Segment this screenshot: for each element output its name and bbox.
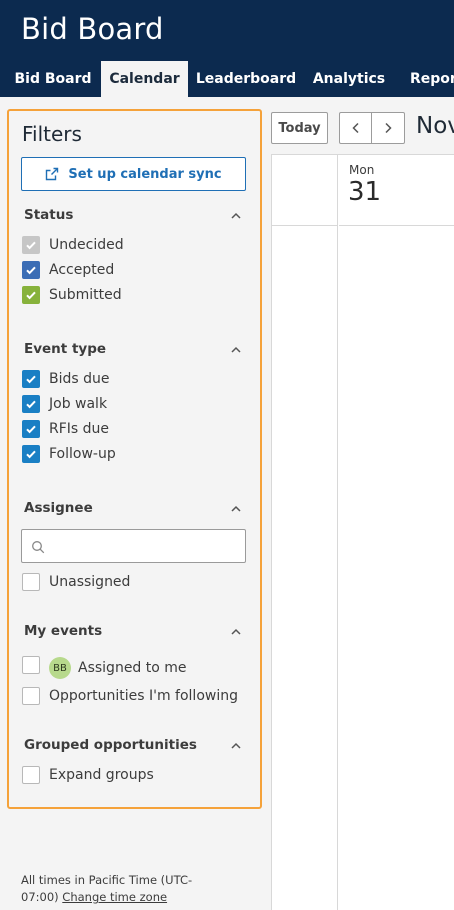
calendar-sync-button[interactable]: Set up calendar sync [21,157,246,191]
expand-groups-checkbox[interactable] [22,766,40,784]
event-type-section-heading: Event type [24,341,249,361]
search-icon [32,541,45,554]
status-submitted-row: Submitted [22,285,122,305]
day-name: Mon [349,163,375,177]
event-rfis-due-checkbox[interactable] [22,420,40,438]
today-button[interactable]: Today [271,112,328,144]
previous-button[interactable] [339,112,372,144]
chevron-up-icon[interactable] [229,625,243,639]
assigned-to-me-label: Assigned to me [78,660,187,676]
status-submitted-checkbox[interactable] [22,286,40,304]
event-follow-up-row: Follow-up [22,444,116,464]
check-icon [26,425,36,434]
check-icon [26,400,36,409]
calendar-grid: Mon 31 [271,154,454,910]
following-label: Opportunities I'm following [49,688,238,704]
event-follow-up-checkbox[interactable] [22,445,40,463]
assignee-section-heading: Assignee [24,500,249,520]
event-job-walk-label: Job walk [49,396,108,412]
assignee-search-input[interactable] [52,534,240,558]
tab-analytics[interactable]: Analytics [306,61,392,97]
chevron-up-icon[interactable] [229,739,243,753]
event-rfis-due-label: RFIs due [49,421,110,437]
chevron-up-icon[interactable] [229,343,243,357]
assigned-to-me-checkbox[interactable] [22,656,40,674]
external-link-icon [46,167,59,181]
unassigned-label: Unassigned [49,574,131,590]
grouped-section-heading: Grouped opportunities [24,737,249,757]
event-type-heading-label: Event type [24,341,107,357]
assigned-to-me-row: BB Assigned to me [22,656,187,679]
event-bids-due-label: Bids due [49,371,110,387]
grouped-heading-label: Grouped opportunities [24,737,197,753]
header-divider [272,225,338,226]
my-events-heading-label: My events [24,623,103,639]
event-follow-up-label: Follow-up [49,446,116,462]
tab-bid-board[interactable]: Bid Board [8,61,98,97]
status-undecided-label: Undecided [49,237,124,253]
unassigned-row: Unassigned [22,572,130,592]
status-undecided-row: Undecided [22,235,124,255]
chevron-up-icon[interactable] [229,209,243,223]
status-section-heading: Status [24,207,249,227]
timezone-note: All times in Pacific Time (UTC-07:00) Ch… [21,872,221,906]
tab-leaderboard[interactable]: Leaderboard [192,61,300,97]
filters-panel: Filters Set up calendar sync Status Unde… [7,109,262,809]
day-number: 31 [348,177,382,207]
app-title: Bid Board [21,12,164,46]
assignee-search-box [21,529,246,563]
status-undecided-checkbox[interactable] [22,236,40,254]
assignee-heading-label: Assignee [24,500,93,516]
following-row: Opportunities I'm following [22,686,238,706]
event-job-walk-row: Job walk [22,394,107,414]
chevron-up-icon[interactable] [229,502,243,516]
status-submitted-label: Submitted [49,287,122,303]
event-bids-due-row: Bids due [22,369,110,389]
calendar-sync-label: Set up calendar sync [68,166,222,182]
check-icon [26,266,36,275]
following-checkbox[interactable] [22,687,40,705]
day-header[interactable]: Mon 31 [339,155,454,226]
check-icon [26,450,36,459]
month-label: Nov [416,113,454,139]
status-accepted-row: Accepted [22,260,114,280]
check-icon [26,375,36,384]
event-bids-due-checkbox[interactable] [22,370,40,388]
avatar: BB [49,657,71,679]
expand-groups-label: Expand groups [49,767,154,783]
event-job-walk-checkbox[interactable] [22,395,40,413]
tab-bar: Bid Board Calendar Leaderboard Analytics… [0,61,454,97]
time-column [272,155,338,910]
app-header: Bid Board Bid Board Calendar Leaderboard… [0,0,454,97]
tab-calendar[interactable]: Calendar [101,61,188,97]
check-icon [26,291,36,300]
next-button[interactable] [371,112,405,144]
chevron-right-icon [385,122,392,134]
event-rfis-due-row: RFIs due [22,419,109,439]
status-accepted-checkbox[interactable] [22,261,40,279]
change-timezone-link[interactable]: Change time zone [62,890,167,904]
expand-groups-row: Expand groups [22,765,154,785]
my-events-section-heading: My events [24,623,249,643]
filters-title: Filters [22,122,82,146]
status-accepted-label: Accepted [49,262,115,278]
status-heading-label: Status [24,207,74,223]
chevron-left-icon [351,122,359,134]
tab-report[interactable]: Report [398,61,454,97]
unassigned-checkbox[interactable] [22,573,40,591]
check-icon [26,241,36,250]
